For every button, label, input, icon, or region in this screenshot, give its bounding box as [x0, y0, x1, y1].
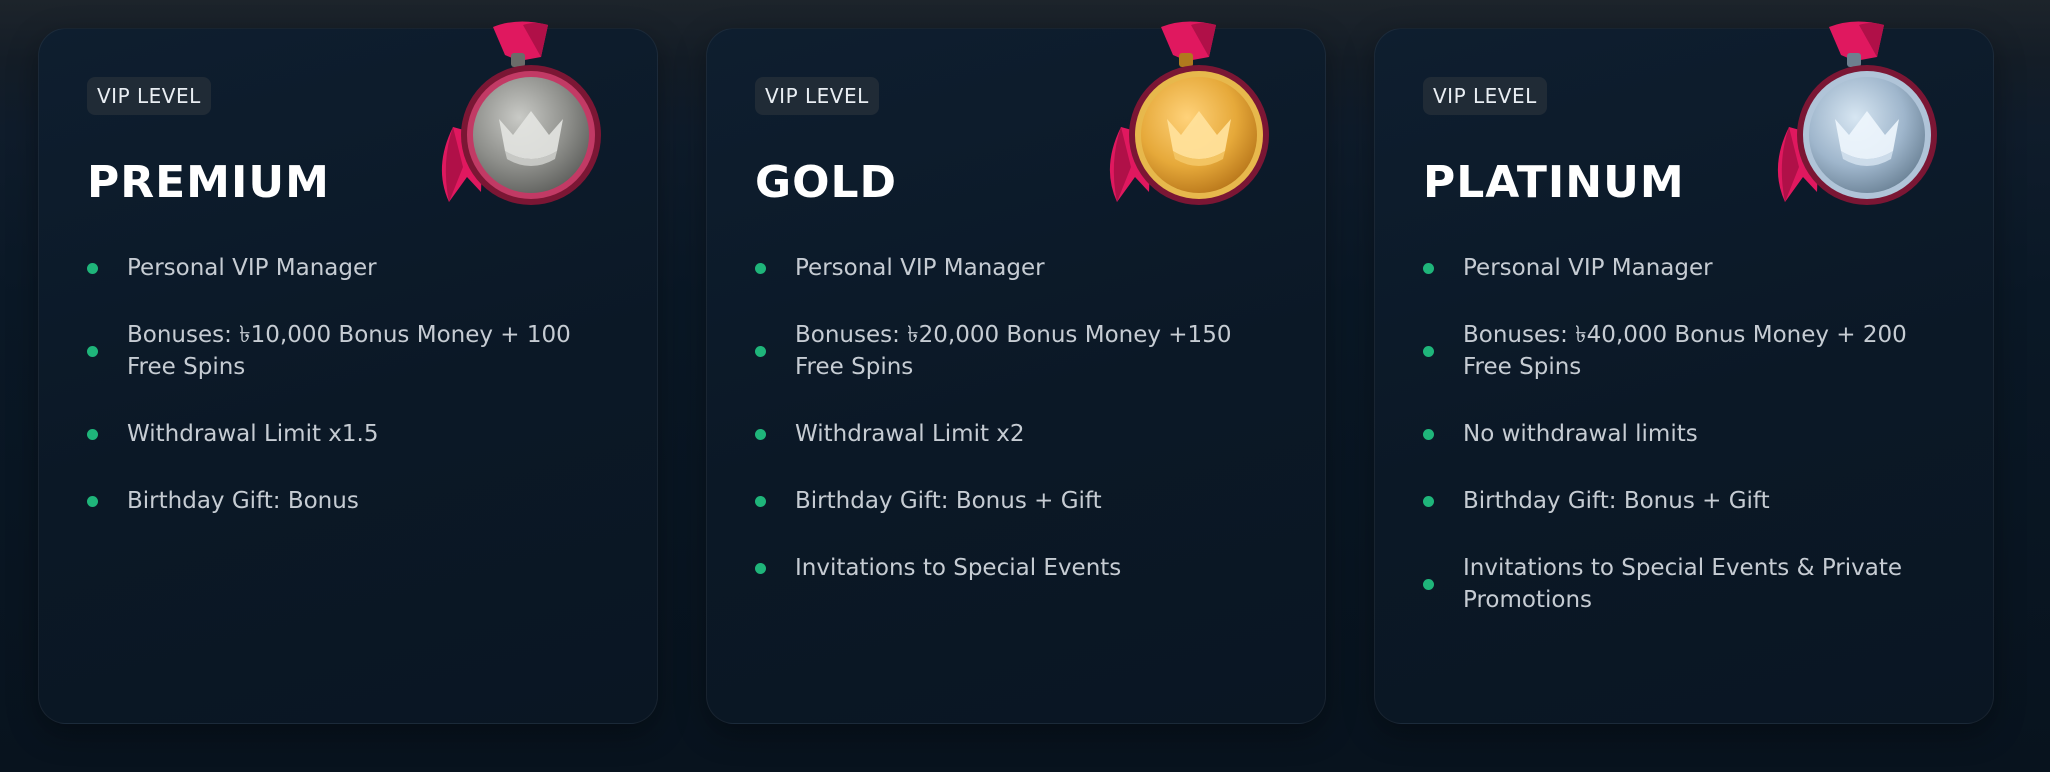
bullet-dot	[1423, 579, 1434, 590]
bullet-dot	[1423, 263, 1434, 274]
bullet-dot	[87, 263, 98, 274]
platinum-crown-medal-icon	[1777, 21, 1937, 205]
vip-level-badge: VIP LEVEL	[1423, 77, 1547, 115]
feature-list: Personal VIP Manager Bonuses: ৳40,000 Bo…	[1423, 251, 1943, 650]
vip-card-gold: VIP LEVEL GOLD Personal VIP Manager Bonu…	[706, 21, 1326, 724]
feature-item: Bonuses: ৳20,000 Bonus Money +150 Free S…	[755, 318, 1275, 384]
feature-list: Personal VIP Manager Bonuses: ৳20,000 Bo…	[755, 251, 1275, 618]
bullet-dot	[755, 496, 766, 507]
silver-crown-medal-icon	[441, 21, 601, 205]
feature-item: Withdrawal Limit x2	[755, 417, 1275, 451]
feature-item: Birthday Gift: Bonus + Gift	[755, 484, 1275, 518]
vip-card-platinum: VIP LEVEL PLATINUM Personal VIP Manager	[1374, 21, 1994, 724]
bullet-dot	[755, 429, 766, 440]
vip-level-badge: VIP LEVEL	[755, 77, 879, 115]
feature-item: Birthday Gift: Bonus	[87, 484, 607, 518]
feature-item: Personal VIP Manager	[87, 251, 607, 285]
vip-level-title: PREMIUM	[87, 157, 330, 208]
feature-item: Personal VIP Manager	[755, 251, 1275, 285]
bullet-dot	[1423, 496, 1434, 507]
feature-item: No withdrawal limits	[1423, 417, 1943, 451]
bullet-dot	[87, 496, 98, 507]
feature-item: Bonuses: ৳40,000 Bonus Money + 200 Free …	[1423, 318, 1943, 384]
feature-item: Withdrawal Limit x1.5	[87, 417, 607, 451]
feature-item: Bonuses: ৳10,000 Bonus Money + 100 Free …	[87, 318, 607, 384]
vip-level-title: GOLD	[755, 157, 898, 208]
vip-level-badge: VIP LEVEL	[87, 77, 211, 115]
feature-item: Birthday Gift: Bonus + Gift	[1423, 484, 1943, 518]
bullet-dot	[1423, 429, 1434, 440]
bullet-dot	[755, 263, 766, 274]
bullet-dot	[755, 563, 766, 574]
gold-crown-medal-icon	[1109, 21, 1269, 205]
bullet-dot	[87, 429, 98, 440]
bullet-dot	[755, 346, 766, 357]
bullet-dot	[87, 346, 98, 357]
vip-level-title: PLATINUM	[1423, 157, 1685, 208]
feature-item: Personal VIP Manager	[1423, 251, 1943, 285]
feature-item: Invitations to Special Events	[755, 551, 1275, 585]
feature-item: Invitations to Special Events & Private …	[1423, 551, 1943, 617]
vip-card-premium: VIP LEVEL PREMIUM Personal VIP Manager B…	[38, 21, 658, 724]
feature-list: Personal VIP Manager Bonuses: ৳10,000 Bo…	[87, 251, 607, 551]
bullet-dot	[1423, 346, 1434, 357]
vip-levels-section: VIP LEVEL PREMIUM Personal VIP Manager B…	[0, 0, 2050, 772]
